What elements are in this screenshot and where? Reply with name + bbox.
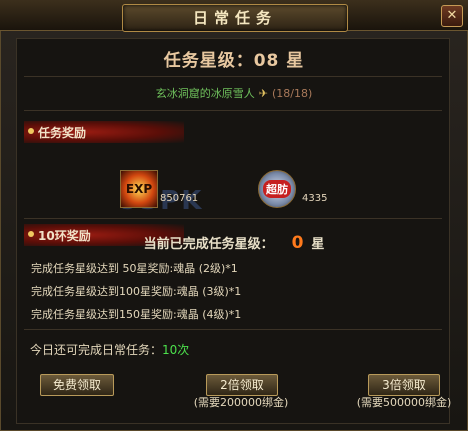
rewards-title: 任务奖励 [38,126,87,140]
divider [24,329,442,330]
exp-reward-value: 850761 [160,193,199,204]
divider [24,218,442,219]
teleport-icon[interactable]: ✈ [259,87,268,100]
chao-reward-value: 4335 [302,193,328,204]
window-title: 日常任务 [122,4,348,32]
completed-star-status: 当前已完成任务星级： 0 星 [0,233,468,253]
triple-claim-button[interactable]: 3倍领取 [368,374,440,396]
remaining-label: 今日还可完成日常任务： [30,343,163,357]
tier-row: 完成任务星级达到150星奖励:魂晶 (4级)*1 [31,308,242,321]
status-label: 当前已完成任务星级： [143,237,274,252]
banner-dot-icon [28,128,34,134]
status-value: 0 [291,233,304,253]
rewards-banner: 任务奖励 [24,121,184,143]
tier-row: 完成任务星级达到 50星奖励:魂晶 (2级)*1 [31,262,238,275]
chao-icon[interactable]: 超肪 [258,170,296,208]
quest-location-link[interactable]: 玄冰洞窟的冰原雪人 [156,87,255,100]
double-claim-button[interactable]: 2倍领取 [206,374,278,396]
free-claim-button[interactable]: 免费领取 [40,374,114,396]
remaining-count: 10次 [162,343,190,357]
quest-star-level: 任务星级：08 星 [163,51,305,71]
divider [24,110,442,111]
quest-target: 玄冰洞窟的冰原雪人 ✈ (18/18) [0,85,468,101]
close-button[interactable]: ✕ [441,5,463,27]
divider [24,76,442,77]
double-cost-note: (需要200000绑金) [193,396,289,409]
exp-icon[interactable]: EXP [120,170,158,208]
quest-progress: (18/18) [271,87,313,100]
tier-row: 完成任务星级达到100星奖励:魂晶 (3级)*1 [31,285,242,298]
remaining-quests: 今日还可完成日常任务：10次 [30,341,189,358]
status-unit: 星 [311,237,325,252]
triple-cost-note: (需要500000绑金) [356,396,452,409]
